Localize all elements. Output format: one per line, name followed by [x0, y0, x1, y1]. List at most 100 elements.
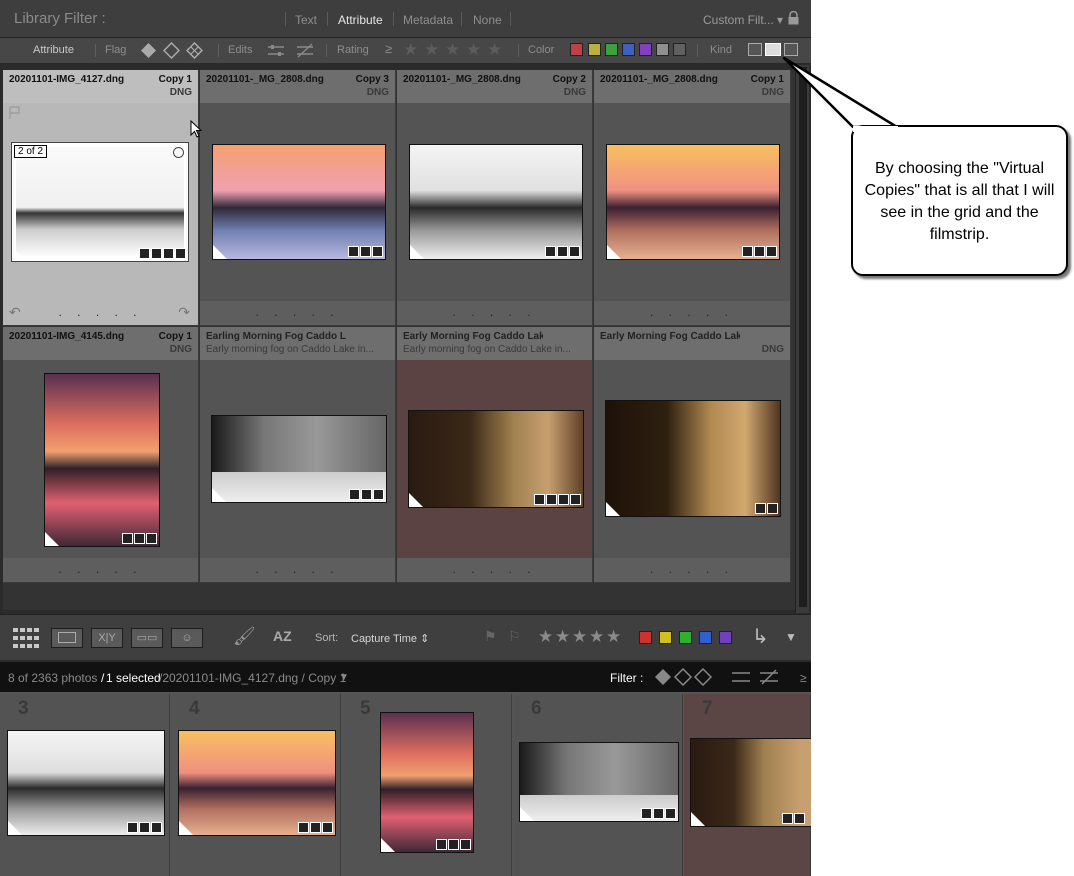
keyword-badge-icon[interactable] [545, 246, 556, 257]
rating-dots[interactable]: . . . . . [200, 562, 395, 576]
rating-dots[interactable]: . . . . . [3, 562, 198, 576]
filmstrip-cell[interactable]: 3 [0, 694, 170, 876]
color-filter-custom[interactable] [656, 43, 669, 56]
grid-cell[interactable]: 20201101-IMG_4145.dng Copy 1 DNG . . . .… [3, 327, 199, 583]
toolbar-star-4[interactable]: ★ [589, 627, 604, 647]
flag-filter-icons[interactable] [654, 668, 714, 686]
develop-badge-icon[interactable] [460, 839, 471, 850]
survey-view-button[interactable]: ▭▭ [131, 628, 163, 648]
filmstrip-cell[interactable]: 6 [513, 694, 683, 876]
master-photos-kind-icon[interactable] [748, 43, 762, 56]
rotate-icon[interactable]: ↳ [752, 624, 769, 649]
develop-badge-icon[interactable] [766, 246, 777, 257]
flag-icon[interactable] [9, 106, 21, 120]
toolbar-color-red[interactable] [639, 631, 652, 644]
filter-preset-select[interactable]: Custom Filt... ▾ [703, 13, 783, 27]
rating-dots[interactable]: . . . . . [397, 305, 592, 319]
flagged-filter-icon[interactable] [140, 42, 157, 59]
grid-cell[interactable]: Early Morning Fog Caddo Lake 20201... Ea… [397, 327, 593, 583]
rating-star-1[interactable]: ★ [403, 41, 418, 58]
toolbar-color-yellow[interactable] [659, 631, 672, 644]
crop-badge-icon[interactable] [558, 494, 569, 505]
comment-badge-icon[interactable] [151, 248, 162, 259]
filmstrip-thumbnail[interactable] [7, 730, 165, 836]
toolbar-star-5[interactable]: ★ [606, 627, 621, 647]
edited-filter-icon[interactable] [266, 42, 286, 59]
keyword-badge-icon[interactable] [782, 813, 793, 824]
color-filter-red[interactable] [570, 43, 583, 56]
color-filter-green[interactable] [605, 43, 618, 56]
toolbar-color-blue[interactable] [699, 631, 712, 644]
rating-dots[interactable]: . . . . . [3, 305, 198, 319]
keyword-badge-icon[interactable] [349, 489, 360, 500]
scrollbar-thumb[interactable] [799, 67, 807, 607]
tab-none[interactable]: None [473, 13, 502, 27]
keyword-badge-icon[interactable] [348, 246, 359, 257]
unedited-filter-icon[interactable] [295, 42, 315, 59]
filmstrip-thumbnail[interactable] [380, 712, 474, 853]
rating-star-5[interactable]: ★ [487, 41, 502, 58]
comment-badge-icon[interactable] [134, 533, 145, 544]
crop-badge-icon[interactable] [653, 808, 664, 819]
develop-badge-icon[interactable] [372, 246, 383, 257]
tab-attribute[interactable]: Attribute [338, 13, 383, 27]
photo-thumbnail[interactable]: 2 of 2 [11, 142, 189, 262]
develop-badge-icon[interactable] [373, 489, 384, 500]
filmstrip-thumbnail[interactable] [690, 738, 811, 827]
toolbar-star-2[interactable]: ★ [555, 627, 570, 647]
filmstrip-cell[interactable]: 7 [684, 694, 811, 876]
keyword-badge-icon[interactable] [742, 246, 753, 257]
sort-direction-icon[interactable]: AZ [273, 628, 292, 644]
stack-badge[interactable]: 2 of 2 [14, 145, 48, 158]
crop-badge-icon[interactable] [163, 248, 174, 259]
photo-thumbnail[interactable] [212, 144, 386, 260]
photo-thumbnail[interactable] [409, 144, 583, 260]
grid-cell[interactable]: Earling Morning Fog Caddo Lake 202... Ea… [200, 327, 396, 583]
keyword-badge-icon[interactable] [436, 839, 447, 850]
crop-badge-icon[interactable] [754, 246, 765, 257]
rating-dots[interactable]: . . . . . [594, 562, 790, 576]
grid-scrollbar[interactable] [795, 65, 809, 613]
edit-filter-icons[interactable] [730, 668, 780, 686]
develop-badge-icon[interactable] [569, 246, 580, 257]
develop-badge-icon[interactable] [665, 808, 676, 819]
crop-badge-icon[interactable] [139, 822, 150, 833]
keyword-badge-icon[interactable] [641, 808, 652, 819]
collection-badge-icon[interactable] [546, 494, 557, 505]
tab-metadata[interactable]: Metadata [403, 13, 453, 27]
rating-dots[interactable]: . . . . . [200, 305, 395, 319]
toolbar-star-1[interactable]: ★ [538, 627, 553, 647]
photo-thumbnail[interactable] [606, 144, 780, 260]
virtual-copies-kind-icon[interactable] [765, 43, 781, 56]
rating-star-4[interactable]: ★ [466, 41, 481, 58]
rating-dots[interactable]: . . . . . [397, 562, 592, 576]
crop-badge-icon[interactable] [557, 246, 568, 257]
photo-thumbnail[interactable] [44, 373, 160, 547]
develop-badge-icon[interactable] [322, 822, 333, 833]
loupe-view-button[interactable] [51, 628, 83, 648]
grid-cell[interactable]: 20201101-_MG_2808.dng Copy 3 DNG . . . .… [200, 70, 396, 326]
toolbar-color-purple[interactable] [719, 631, 732, 644]
photo-thumbnail[interactable] [605, 400, 781, 517]
rating-star-3[interactable]: ★ [445, 41, 460, 58]
unflagged-filter-icon[interactable] [163, 42, 180, 59]
painter-icon[interactable]: 🖌 [233, 626, 256, 647]
keyword-badge-icon[interactable] [298, 822, 309, 833]
filmstrip-thumbnail[interactable] [178, 730, 336, 836]
path-dropdown-icon[interactable]: ▼ [339, 672, 349, 683]
tab-text[interactable]: Text [295, 13, 317, 27]
crop-badge-icon[interactable] [360, 246, 371, 257]
toolbar-star-3[interactable]: ★ [572, 627, 587, 647]
filter-expand-icon[interactable]: ≥ [800, 671, 807, 685]
grid-cell[interactable]: 20201101-_MG_2808.dng Copy 2 DNG . . . .… [397, 70, 593, 326]
flag-pick-icon[interactable]: ⚑ [484, 628, 497, 645]
color-filter-purple[interactable] [639, 43, 652, 56]
rating-star-2[interactable]: ★ [424, 41, 439, 58]
color-filter-none[interactable] [673, 43, 686, 56]
keyword-badge-icon[interactable] [534, 494, 545, 505]
people-view-button[interactable]: ☺ [171, 628, 203, 648]
color-filter-blue[interactable] [622, 43, 635, 56]
keyword-badge-icon[interactable] [127, 822, 138, 833]
crop-badge-icon[interactable] [310, 822, 321, 833]
photo-count[interactable]: 8 of 2363 photos [8, 671, 97, 685]
